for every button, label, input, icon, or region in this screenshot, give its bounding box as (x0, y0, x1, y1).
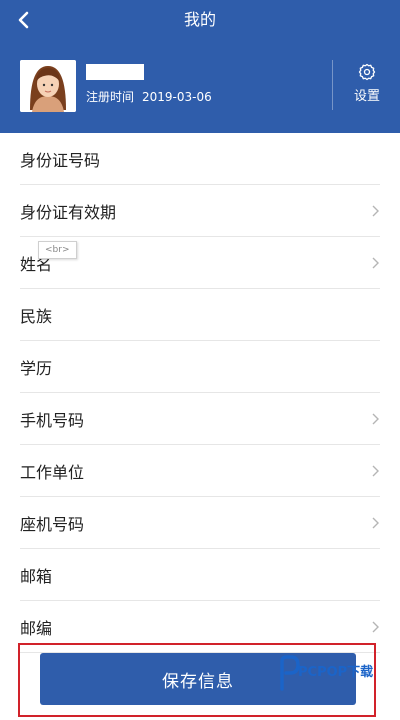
username-placeholder (86, 64, 144, 80)
list-item-label: 学历 (20, 358, 53, 378)
chevron-right-icon (372, 205, 379, 216)
chevron-right-icon (372, 413, 379, 424)
list-item-label: 工作单位 (20, 462, 85, 482)
list-item-label: 身份证号码 (20, 150, 101, 170)
watermark-text: PCPOP下载 (298, 665, 374, 680)
chevron-right-icon (372, 465, 379, 476)
gear-icon (358, 63, 376, 81)
list-item-mobile[interactable]: 手机号码 (20, 393, 380, 445)
list-item-id-number[interactable]: 身份证号码 (20, 133, 380, 185)
chevron-right-icon (372, 257, 379, 268)
list-item-label: 邮编 (20, 618, 53, 638)
settings-label: 设置 (353, 89, 380, 104)
list-item-email[interactable]: 邮箱 (20, 549, 380, 601)
site-watermark: PCPOP下载 (278, 655, 398, 715)
registration-info: 注册时间 2019-03-06 (86, 89, 212, 105)
profile-field-list: 身份证号码 身份证有效期 姓名 民族 学历 手机号码 工作单位 座机号码 邮箱 … (0, 133, 400, 653)
settings-button[interactable]: 设置 (342, 60, 392, 108)
header-divider (332, 60, 333, 110)
list-item-label: 邮箱 (20, 566, 53, 586)
registration-label: 注册时间 (86, 90, 135, 104)
list-item-landline[interactable]: 座机号码 (20, 497, 380, 549)
list-item-label: 座机号码 (20, 514, 85, 534)
pcpop-logo-icon (280, 655, 300, 691)
list-item-employer[interactable]: 工作单位 (20, 445, 380, 497)
page-title: 我的 (183, 10, 216, 29)
chevron-right-icon (372, 517, 379, 528)
chevron-right-icon (372, 621, 379, 632)
list-item-education[interactable]: 学历 (20, 341, 380, 393)
app-header: 我的 注册时间 2019-03-06 设置 (0, 0, 400, 133)
list-item-label: 身份证有效期 (20, 202, 117, 222)
list-item-label: 民族 (20, 306, 53, 326)
list-item-ethnicity[interactable]: 民族 (20, 289, 380, 341)
list-item-id-validity[interactable]: 身份证有效期 (20, 185, 380, 237)
registration-date: 2019-03-06 (142, 90, 212, 104)
avatar[interactable] (20, 60, 76, 112)
br-tooltip-tag: <br> (38, 241, 77, 259)
list-item-label: 手机号码 (20, 410, 85, 430)
